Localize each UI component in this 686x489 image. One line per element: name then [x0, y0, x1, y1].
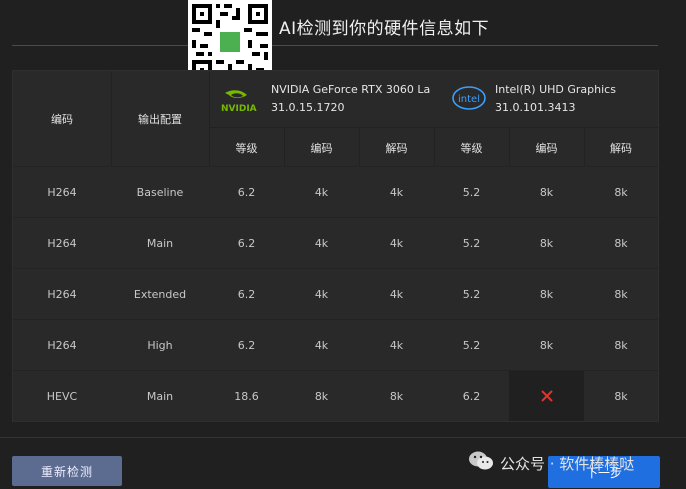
cell-value: 8k	[614, 185, 628, 199]
page-title: AI检测到你的硬件信息如下	[279, 19, 490, 39]
cell-unsupported	[509, 371, 584, 421]
cell-value: 8k	[389, 389, 404, 403]
wechat-icon	[468, 450, 494, 476]
cell-value: 6.2	[237, 185, 256, 199]
svg-text:intel: intel	[458, 94, 480, 105]
cell-value: 8k	[539, 338, 554, 352]
intel-logo-icon: intel	[451, 85, 487, 114]
gpu-driver-version-nvidia: 31.0.15.1720	[271, 101, 345, 114]
cell-codec: H264	[47, 236, 77, 250]
gpu-name-nvidia: NVIDIA GeForce RTX 3060 Lapto	[271, 83, 431, 96]
gpu-name-intel: Intel(R) UHD Graphics	[495, 83, 616, 96]
cell-value: 4k	[389, 338, 404, 352]
watermark-text: 公众号 · 软件棒棒哒	[500, 454, 635, 473]
cell-value: 8k	[539, 236, 554, 250]
hardware-table: 编码 输出配置 NVIDIA NVIDIA GeForce RTX 3060 L…	[12, 70, 659, 422]
unsupported-x-icon	[540, 390, 553, 402]
gpu-driver-version-intel: 31.0.101.3413	[495, 101, 576, 114]
column-header-output-profile: 输出配置	[111, 71, 210, 166]
table-row: HEVC Main 18.6 8k 8k 6.2 8k	[13, 371, 658, 421]
subheader-level: 等级	[209, 127, 285, 167]
cell-codec: H264	[47, 287, 77, 301]
cell-value: 4k	[314, 236, 329, 250]
subheader-encode: 编码	[509, 127, 585, 167]
cell-profile: Baseline	[136, 185, 184, 199]
cell-value: 4k	[389, 185, 404, 199]
cell-value: 8k	[614, 389, 628, 403]
cell-value: 8k	[614, 236, 628, 250]
cell-profile: Extended	[133, 287, 187, 301]
subheader-level: 等级	[434, 127, 510, 167]
cell-value: 5.2	[462, 236, 481, 250]
column-header-codec: 编码	[13, 71, 112, 166]
gpu-header-intel: intel Intel(R) UHD Graphics 31.0.101.341…	[439, 71, 658, 127]
cell-value: 8k	[539, 185, 554, 199]
subheader-encode: 编码	[284, 127, 360, 167]
cell-value: 6.2	[237, 338, 256, 352]
cell-value: 6.2	[237, 287, 256, 301]
cell-profile: Main	[146, 389, 174, 403]
cell-profile: Main	[146, 236, 174, 250]
cell-profile: High	[147, 338, 173, 352]
cell-value: 6.2	[462, 389, 481, 403]
gpu-header-nvidia: NVIDIA NVIDIA GeForce RTX 3060 Lapto 31.…	[209, 71, 431, 127]
cell-value: 5.2	[462, 287, 481, 301]
cell-value: 4k	[389, 236, 404, 250]
cell-value: 5.2	[462, 338, 481, 352]
cell-codec: H264	[47, 338, 77, 352]
cell-value: 18.6	[234, 389, 259, 403]
svg-text:NVIDIA: NVIDIA	[221, 104, 257, 113]
recheck-button[interactable]: 重新检测	[12, 456, 122, 486]
footer-divider	[0, 437, 686, 438]
cell-codec: HEVC	[46, 389, 78, 403]
cell-value: 8k	[314, 389, 329, 403]
table-row: H264 Baseline 6.2 4k 4k 5.2 8k 8k	[13, 167, 658, 217]
cell-value: 8k	[614, 287, 628, 301]
cell-codec: H264	[47, 185, 77, 199]
subheader-decode: 解码	[359, 127, 435, 167]
cell-value: 8k	[539, 287, 554, 301]
nvidia-logo-icon: NVIDIA	[221, 89, 263, 116]
cell-value: 6.2	[237, 236, 256, 250]
subheader-decode: 解码	[584, 127, 658, 167]
table-row: H264 Extended 6.2 4k 4k 5.2 8k 8k	[13, 269, 658, 319]
cell-value: 4k	[314, 287, 329, 301]
cell-value: 5.2	[462, 185, 481, 199]
cell-value: 4k	[389, 287, 404, 301]
table-row: H264 High 6.2 4k 4k 5.2 8k 8k	[13, 320, 658, 370]
cell-value: 4k	[314, 338, 329, 352]
table-row: H264 Main 6.2 4k 4k 5.2 8k 8k	[13, 218, 658, 268]
header-divider	[12, 45, 658, 46]
cell-value: 8k	[614, 338, 628, 352]
watermark: 公众号 · 软件棒棒哒	[468, 448, 634, 478]
cell-value: 4k	[314, 185, 329, 199]
